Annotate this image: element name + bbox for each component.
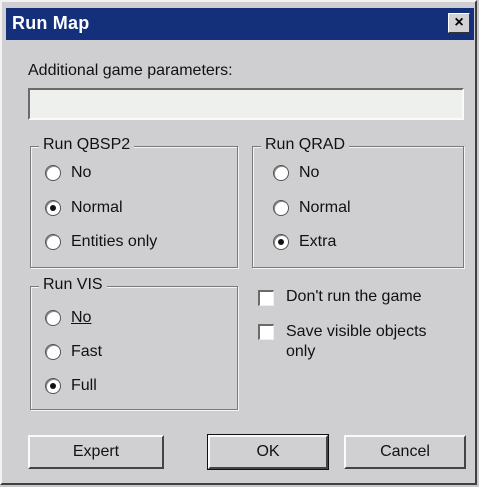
dont-run-game-label: Don't run the game — [286, 288, 422, 305]
radio-checked-icon[interactable] — [273, 234, 289, 250]
cancel-button[interactable]: Cancel — [344, 435, 466, 469]
save-visible-objects-label: Save visible objects only — [286, 323, 427, 360]
dont-run-game-checkbox[interactable]: Don't run the game — [258, 288, 422, 306]
ok-button[interactable]: OK — [207, 434, 329, 470]
radio-checked-icon[interactable] — [45, 378, 61, 394]
qbsp2-option-label: Normal — [71, 199, 123, 216]
ok-button-label: OK — [256, 443, 280, 460]
checkbox-icon[interactable] — [258, 324, 274, 340]
vis-option-label: Fast — [71, 343, 103, 360]
vis-option-label: No — [71, 309, 92, 326]
qbsp2-option-label: Entities only — [71, 233, 158, 250]
qrad-option-normal[interactable]: Normal — [273, 199, 351, 217]
params-input[interactable] — [28, 88, 464, 120]
save-visible-objects-checkbox[interactable]: Save visible objects only — [258, 322, 458, 362]
vis-option-fast[interactable]: Fast — [45, 343, 102, 361]
qrad-option-extra[interactable]: Extra — [273, 233, 336, 251]
checkbox-icon[interactable] — [258, 290, 274, 306]
qrad-group-title: Run QRAD — [261, 136, 350, 154]
qbsp2-option-entities-only[interactable]: Entities only — [45, 233, 157, 251]
expert-button-label: Expert — [72, 443, 120, 460]
qrad-group: Run QRAD No Normal Extra — [252, 136, 464, 268]
cancel-button-label: Cancel — [380, 443, 430, 460]
radio-icon[interactable] — [45, 234, 61, 250]
qbsp2-group: Run QBSP2 No Normal Entities only — [30, 136, 238, 268]
params-label: Additional game parameters: — [28, 62, 233, 79]
vis-option-full[interactable]: Full — [45, 377, 97, 395]
qbsp2-option-label: No — [71, 164, 92, 181]
vis-group-title: Run VIS — [39, 276, 107, 294]
radio-icon[interactable] — [273, 200, 289, 216]
qrad-option-no[interactable]: No — [273, 164, 319, 182]
qbsp2-option-normal[interactable]: Normal — [45, 199, 123, 217]
qrad-option-label: Extra — [299, 233, 337, 250]
vis-group: Run VIS No Fast Full — [30, 276, 238, 410]
radio-icon[interactable] — [273, 165, 289, 181]
expert-button[interactable]: Expert — [28, 435, 164, 469]
radio-icon[interactable] — [45, 310, 61, 326]
close-button[interactable]: × — [448, 13, 470, 33]
dialog-title: Run Map — [12, 13, 90, 33]
qbsp2-option-no[interactable]: No — [45, 164, 91, 182]
qrad-option-label: No — [299, 164, 320, 181]
title-bar[interactable]: Run Map × — [6, 8, 474, 40]
vis-option-label: Full — [71, 377, 97, 394]
radio-checked-icon[interactable] — [45, 200, 61, 216]
close-icon: × — [454, 14, 464, 31]
radio-icon[interactable] — [45, 165, 61, 181]
qbsp2-group-title: Run QBSP2 — [39, 136, 135, 154]
vis-option-no[interactable]: No — [45, 309, 91, 327]
radio-icon[interactable] — [45, 344, 61, 360]
qrad-option-label: Normal — [299, 199, 351, 216]
